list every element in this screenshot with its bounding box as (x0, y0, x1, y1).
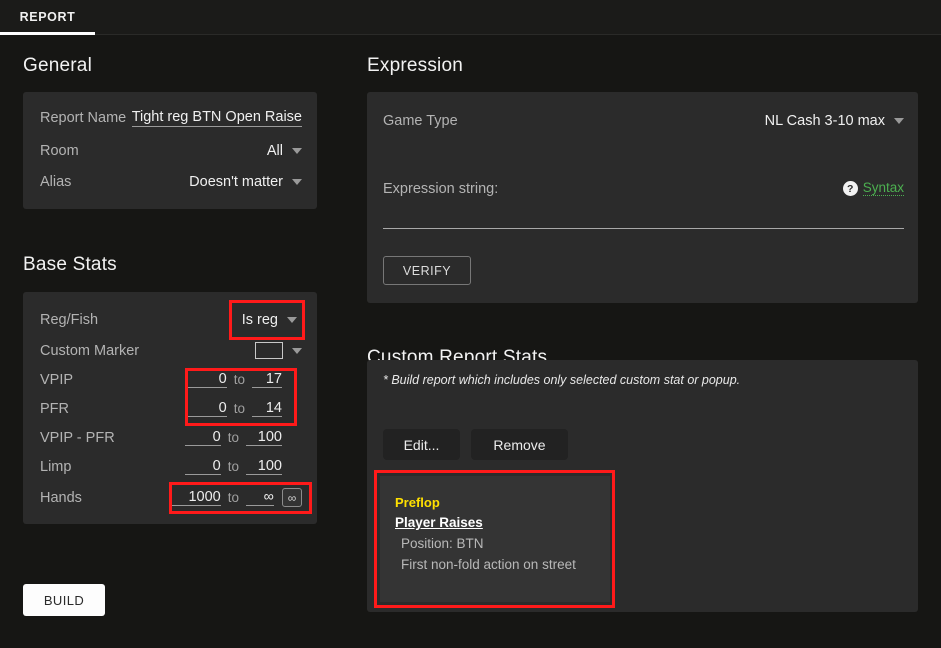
general-section-title: General (23, 55, 92, 76)
vpip-min-input[interactable]: 0 (184, 371, 227, 388)
selected-stat-detail-action: First non-fold action on street (401, 557, 576, 572)
report-name-label: Report Name (40, 109, 127, 126)
selected-stat-street: Preflop (395, 495, 440, 510)
selected-stat-box[interactable]: Preflop Player Raises Position: BTN Firs… (380, 476, 610, 602)
remove-button[interactable]: Remove (471, 429, 568, 460)
tab-report[interactable]: REPORT (0, 0, 95, 34)
edit-button-label: Edit... (403, 436, 440, 453)
chevron-down-icon (894, 117, 904, 124)
base-stats-section-title: Base Stats (23, 254, 117, 275)
selected-stat-action: Player Raises (395, 515, 483, 530)
room-dropdown[interactable]: All (267, 143, 302, 159)
vpip-minus-pfr-label: VPIP - PFR (40, 429, 115, 446)
vpip-to-label: to (233, 372, 245, 387)
custom-marker-row: Custom Marker (40, 336, 302, 365)
pfr-max-input[interactable]: 14 (252, 400, 282, 417)
alias-dropdown[interactable]: Doesn't matter (189, 174, 302, 190)
expression-string-input[interactable] (383, 200, 904, 228)
vpip-max-input[interactable]: 17 (252, 371, 282, 388)
verify-button-label: VERIFY (402, 263, 452, 278)
reg-fish-dropdown[interactable]: Is reg (242, 312, 302, 328)
verify-button[interactable]: VERIFY (383, 256, 471, 285)
expression-input-underline (383, 228, 904, 229)
tab-bar: REPORT (0, 0, 941, 35)
expression-string-row: Expression string: ? Syntax (383, 174, 904, 203)
help-question-icon[interactable]: ? (842, 181, 858, 196)
report-name-input[interactable]: Tight reg BTN Open Raise (131, 109, 302, 127)
hands-to-label: to (227, 490, 239, 505)
color-swatch[interactable] (255, 342, 283, 359)
vpip-label: VPIP (40, 371, 74, 388)
pfr-min-input[interactable]: 0 (184, 400, 227, 417)
alias-label: Alias (40, 173, 72, 190)
room-label: Room (40, 142, 79, 159)
limp-to-label: to (227, 459, 239, 474)
vpip-minus-pfr-to-label: to (227, 430, 239, 445)
vpip-minus-pfr-row: VPIP - PFR 0 to 100 (40, 423, 302, 452)
expression-string-label: Expression string: (383, 180, 499, 197)
reg-fish-row: Reg/Fish Is reg (40, 305, 302, 334)
hands-min-input[interactable]: 1000 (168, 489, 221, 506)
infinity-icon-button[interactable]: ∞ (282, 488, 302, 507)
syntax-link[interactable]: Syntax (862, 180, 904, 197)
edit-button[interactable]: Edit... (383, 429, 460, 460)
chevron-down-icon (292, 347, 302, 354)
chevron-down-icon (292, 147, 302, 154)
room-value: All (266, 142, 283, 159)
reg-fish-value: Is reg (241, 311, 278, 328)
report-name-row: Report Name Tight reg BTN Open Raise (40, 103, 302, 132)
limp-min-input[interactable]: 0 (184, 458, 221, 475)
pfr-row: PFR 0 to 14 (40, 394, 302, 423)
limp-max-input[interactable]: 100 (246, 458, 282, 475)
reg-fish-label: Reg/Fish (40, 311, 99, 328)
game-type-row: Game Type NL Cash 3-10 max (383, 106, 904, 135)
alias-row: Alias Doesn't matter (40, 167, 302, 196)
tab-active-indicator (0, 32, 95, 35)
custom-marker-label: Custom Marker (40, 342, 140, 359)
selected-stat-detail-position: Position: BTN (401, 536, 484, 551)
chevron-down-icon (287, 316, 297, 323)
expression-section-title: Expression (367, 55, 463, 76)
game-type-label: Game Type (383, 112, 458, 129)
limp-label: Limp (40, 458, 72, 475)
room-row: Room All (40, 136, 302, 165)
vpip-minus-pfr-max-input[interactable]: 100 (246, 429, 282, 446)
pfr-label: PFR (40, 400, 69, 417)
pfr-to-label: to (233, 401, 245, 416)
vpip-minus-pfr-min-input[interactable]: 0 (184, 429, 221, 446)
custom-marker-dropdown[interactable] (255, 342, 302, 359)
hands-row: Hands 1000 to ∞ ∞ (40, 483, 302, 512)
chevron-down-icon (292, 178, 302, 185)
game-type-dropdown[interactable]: NL Cash 3-10 max (765, 113, 904, 129)
limp-row: Limp 0 to 100 (40, 452, 302, 481)
alias-value: Doesn't matter (189, 173, 283, 190)
hands-label: Hands (40, 489, 82, 506)
custom-report-stats-note: * Build report which includes only selec… (383, 373, 741, 387)
hands-max-input[interactable]: ∞ (246, 489, 274, 506)
vpip-row: VPIP 0 to 17 (40, 365, 302, 394)
tab-report-label: REPORT (19, 10, 76, 24)
remove-button-label: Remove (493, 436, 546, 453)
build-button-label: BUILD (43, 592, 85, 608)
game-type-value: NL Cash 3-10 max (764, 112, 885, 129)
build-button[interactable]: BUILD (23, 584, 105, 616)
